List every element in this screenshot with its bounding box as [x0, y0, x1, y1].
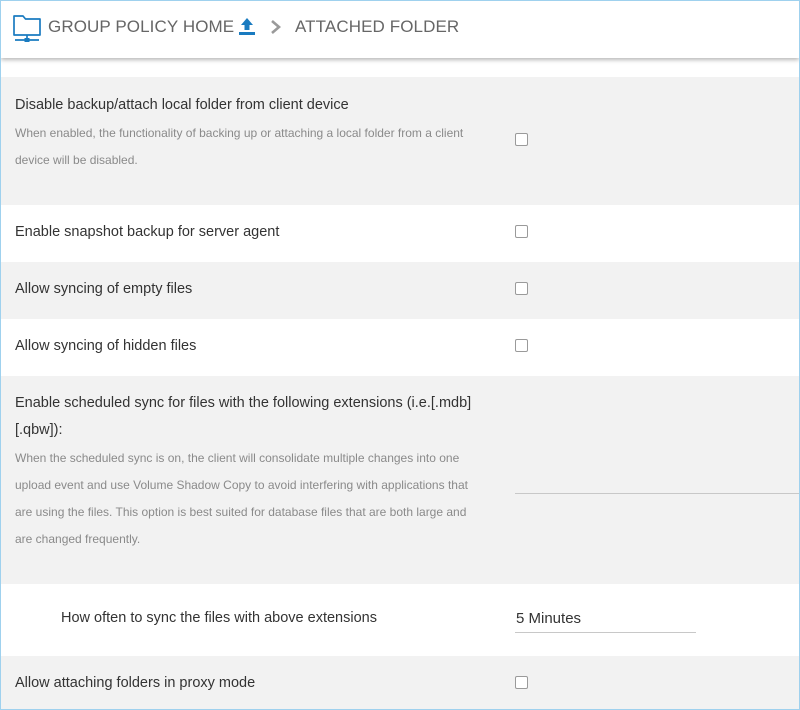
breadcrumb-header: GROUP POLICY HOME ATTACHED FOLDER — [1, 1, 799, 58]
chevron-right-icon — [271, 20, 281, 34]
setting-title: How often to sync the files with above e… — [61, 610, 377, 626]
setting-title: Allow syncing of hidden files — [15, 338, 197, 354]
upload-icon[interactable] — [237, 17, 257, 37]
sync-empty-checkbox[interactable] — [515, 282, 528, 295]
setting-description-line: are changed frequently. — [15, 532, 141, 546]
sync-frequency-value: 5 Minutes — [516, 610, 582, 627]
setting-scheduled-sync: Enable scheduled sync for files with the… — [1, 376, 799, 584]
setting-description-line: are using the files. This option is best… — [15, 505, 467, 519]
setting-description-line: upload event and use Volume Shadow Copy … — [15, 478, 468, 492]
setting-title: [.qbw]): — [15, 422, 63, 438]
proxy-mode-checkbox[interactable] — [515, 676, 528, 689]
setting-snapshot-backup: Enable snapshot backup for server agent — [1, 205, 799, 262]
sync-frequency-select[interactable]: 5 Minutes — [515, 608, 696, 633]
setting-title: Allow syncing of empty files — [15, 281, 193, 297]
settings-list: Disable backup/attach local folder from … — [1, 58, 799, 709]
setting-title: Enable snapshot backup for server agent — [15, 224, 280, 240]
setting-proxy-mode: Allow attaching folders in proxy mode — [1, 656, 799, 709]
network-folder-icon — [13, 15, 41, 42]
setting-title: Allow attaching folders in proxy mode — [15, 675, 256, 691]
setting-description-line: When enabled, the functionality of backi… — [15, 126, 464, 140]
disable-backup-checkbox[interactable] — [515, 133, 528, 146]
extensions-input[interactable] — [515, 469, 799, 494]
setting-sync-frequency: How often to sync the files with above e… — [1, 584, 799, 656]
setting-title: Disable backup/attach local folder from … — [15, 97, 349, 113]
setting-description-line: device will be disabled. — [15, 153, 138, 167]
sync-hidden-checkbox[interactable] — [515, 339, 528, 352]
breadcrumb-current: ATTACHED FOLDER — [295, 17, 460, 36]
setting-disable-backup: Disable backup/attach local folder from … — [1, 77, 799, 205]
setting-title: Enable scheduled sync for files with the… — [15, 395, 472, 411]
app-window: GROUP POLICY HOME ATTACHED FOLDER Disabl… — [0, 0, 800, 710]
snapshot-backup-checkbox[interactable] — [515, 225, 528, 238]
setting-description-line: When the scheduled sync is on, the clien… — [15, 451, 460, 465]
spacer-row — [1, 58, 799, 77]
setting-sync-hidden: Allow syncing of hidden files — [1, 319, 799, 376]
breadcrumb-home-link[interactable]: GROUP POLICY HOME — [48, 17, 234, 37]
setting-sync-empty: Allow syncing of empty files — [1, 262, 799, 319]
